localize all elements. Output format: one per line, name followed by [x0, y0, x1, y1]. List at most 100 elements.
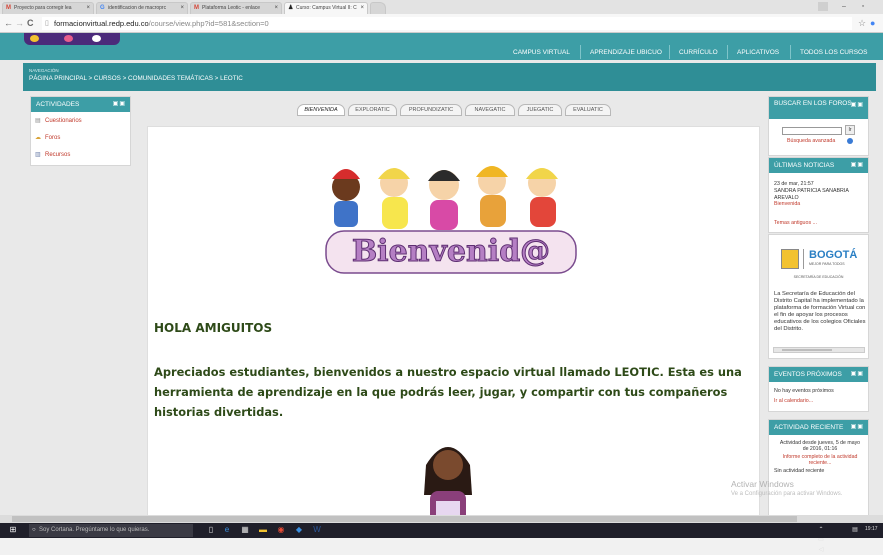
activity-label: Foros	[45, 135, 61, 141]
extension-icon[interactable]: ●	[870, 17, 875, 29]
cortana-search-box[interactable]: ○ Soy Cortana. Pregúntame lo que quieras…	[29, 524, 193, 537]
nav-campus-virtual[interactable]: CAMPUS VIRTUAL	[513, 49, 570, 56]
nav-separator	[727, 45, 728, 59]
minimize-icon[interactable]: –	[838, 1, 850, 12]
maximize-icon[interactable]: ▫	[857, 1, 869, 12]
browser-tab-label: Plataforma Leotic - enlace	[202, 5, 261, 11]
app-icon[interactable]: ◆	[294, 525, 304, 535]
user-profile-icon[interactable]	[818, 2, 828, 11]
bogota-logo-text: BOGOTÁ	[809, 249, 858, 261]
url-path: /course/view.php?id=581&section=0	[148, 19, 269, 28]
edge-icon[interactable]: e	[222, 525, 232, 535]
breadcrumb-trail[interactable]: PÁGINA PRINCIPAL > CURSOS > COMUNIDADES …	[29, 75, 243, 82]
browser-tab-active[interactable]: ♟ Curso: Campus Virtual II: C ×	[284, 2, 368, 14]
cortana-placeholder: Soy Cortana. Pregúntame lo que quieras.	[39, 527, 150, 533]
no-events-text: No hay eventos próximos	[774, 388, 834, 394]
block-controls-icon[interactable]: ▣▣	[851, 367, 864, 382]
ultimas-noticias-block: ÚLTIMAS NOTICIAS ▣▣ 23 de mar, 21:57 SAN…	[768, 157, 869, 233]
word-icon[interactable]: W	[312, 525, 322, 535]
back-arrow-icon[interactable]: ←	[4, 17, 13, 29]
block-title: ACTIVIDAD RECIENTE	[774, 424, 844, 431]
tab-profundizatic[interactable]: PROFUNDIZATIC	[400, 104, 462, 116]
close-tab-icon[interactable]: ×	[86, 3, 90, 13]
divider	[803, 249, 804, 269]
block-header: ÚLTIMAS NOTICIAS ▣▣	[769, 158, 868, 173]
activity-link-cuestionarios[interactable]: ▤ Cuestionarios	[35, 117, 130, 125]
activity-label: Recursos	[45, 152, 71, 158]
block-controls-icon[interactable]: ▣▣	[851, 101, 864, 109]
url-host: formacionvirtual.redp.edu.co	[54, 19, 149, 28]
bogota-shield-icon	[781, 249, 799, 269]
news-date: 23 de mar, 21:57	[774, 181, 814, 187]
block-controls-icon[interactable]: ▣▣	[851, 158, 864, 173]
breadcrumb: NAVEGACIÓN PÁGINA PRINCIPAL > CURSOS > C…	[23, 63, 876, 91]
tab-evaluatic[interactable]: EVALUATIC	[565, 104, 611, 116]
news-author: SANDRA PATRICIA SANABRIA AREVALO	[774, 188, 849, 201]
scrollbar-thumb[interactable]	[12, 516, 797, 522]
gmail-icon: M	[6, 5, 11, 11]
full-report-link[interactable]: Informe completo de la actividad recient…	[777, 454, 863, 467]
banner-text: Bienvenid@	[351, 234, 551, 270]
notification-icon[interactable]: ▤	[848, 525, 862, 535]
windows-start-icon[interactable]: ⊞	[8, 525, 18, 535]
close-tab-icon[interactable]: ×	[274, 3, 278, 13]
close-tab-icon[interactable]: ×	[180, 3, 184, 13]
close-tab-icon[interactable]: ×	[360, 3, 364, 13]
cortana-circle-icon: ○	[32, 527, 36, 533]
no-recent-activity-text: Sin actividad reciente	[774, 468, 825, 474]
bogota-description: La Secretaría de Educación del Distrito …	[774, 291, 866, 332]
store-icon[interactable]: ▦	[240, 525, 250, 535]
nav-curriculo[interactable]: CURRÍCULO	[679, 49, 718, 56]
forward-arrow-icon[interactable]: →	[15, 17, 24, 29]
horizontal-scrollbar[interactable]	[773, 347, 865, 353]
block-controls-icon[interactable]: ▣▣	[113, 97, 126, 112]
url-input[interactable]: ▯ formacionvirtual.redp.edu.co/course/vi…	[42, 17, 852, 30]
recent-since-text: Actividad desde jueves, 5 de mayo de 201…	[779, 440, 861, 453]
web-page: CAMPUS VIRTUAL APRENDIZAJE UBICUO CURRÍC…	[0, 33, 883, 523]
browser-tab[interactable]: G identificacion de macroprc ×	[96, 2, 188, 14]
nav-aplicativos[interactable]: APLICATIVOS	[737, 49, 779, 56]
forum-icon: ☁	[35, 135, 41, 141]
reload-icon[interactable]: C	[27, 17, 34, 29]
file-explorer-icon[interactable]: ▬	[258, 525, 268, 535]
forum-search-input[interactable]	[782, 127, 842, 135]
advanced-search-link[interactable]: Búsqueda avanzada	[787, 138, 835, 144]
content-heading: HOLA AMIGUITOS	[154, 321, 273, 335]
bookmark-star-icon[interactable]: ☆	[858, 17, 866, 29]
site-logo[interactable]	[24, 33, 120, 45]
bogota-department: SECRETARÍA DE EDUCACIÓN	[793, 275, 844, 279]
nav-aprendizaje-ubicuo[interactable]: APRENDIZAJE UBICUO	[590, 49, 662, 56]
windows-taskbar: ⊞ ○ Soy Cortana. Pregúntame lo que quier…	[0, 523, 883, 553]
news-post-link[interactable]: Bienvenida	[774, 201, 800, 207]
activity-link-recursos[interactable]: ▥ Recursos	[35, 151, 130, 159]
bogota-tagline: MEJOR PARA TODOS	[809, 262, 845, 266]
page-horizontal-scrollbar[interactable]	[0, 515, 883, 523]
block-controls-icon[interactable]: ▣▣	[851, 420, 864, 435]
task-view-icon[interactable]: ▯	[206, 525, 216, 535]
browser-tab[interactable]: M Plataforma Leotic - enlace ×	[190, 2, 282, 14]
block-title: ACTIVIDADES	[36, 101, 80, 108]
tab-juegatic[interactable]: JUEGATIC	[518, 104, 562, 116]
breadcrumb-label: NAVEGACIÓN	[29, 68, 59, 73]
search-go-button[interactable]: Ir	[845, 125, 855, 135]
tab-exploratic[interactable]: EXPLORATIC	[348, 104, 397, 116]
new-tab-button[interactable]	[370, 2, 386, 14]
moodle-icon: ♟	[288, 5, 294, 11]
help-icon[interactable]	[847, 138, 853, 144]
tab-bienvenida[interactable]: BIENVENIDA	[297, 104, 345, 116]
tab-navegatic[interactable]: NAVEGATIC	[465, 104, 515, 116]
nav-separator	[580, 45, 581, 59]
bogota-block: BOGOTÁ MEJOR PARA TODOS SECRETARÍA DE ED…	[768, 234, 869, 359]
chrome-icon[interactable]: ◉	[276, 525, 286, 535]
calendar-link[interactable]: Ir al calendario...	[774, 398, 813, 404]
resource-icon: ▥	[35, 152, 41, 158]
browser-tab[interactable]: M Proyecto para corregir lea ×	[2, 2, 94, 14]
system-tray-icons[interactable]: ⌃ ▭ ◁	[816, 525, 826, 553]
windows-activation-title: Activar Windows	[731, 479, 794, 489]
block-header: EVENTOS PRÓXIMOS ▣▣	[769, 367, 868, 382]
older-topics-link[interactable]: Temas antiguos ...	[774, 220, 817, 226]
nav-todos-los-cursos[interactable]: TODOS LOS CURSOS	[800, 49, 867, 56]
scrollbar-thumb[interactable]	[782, 349, 832, 351]
activity-link-foros[interactable]: ☁ Foros	[35, 134, 130, 142]
page-icon: ▯	[45, 20, 49, 27]
